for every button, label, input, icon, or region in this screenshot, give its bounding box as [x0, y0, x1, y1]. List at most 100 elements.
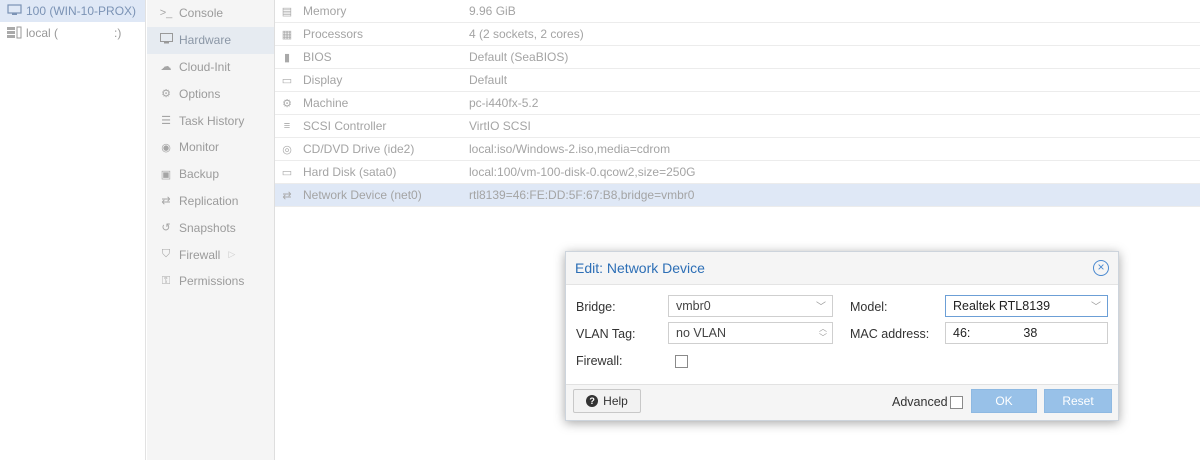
vlan-tag-stepper[interactable]: no VLAN ︿ ﹀ — [668, 322, 833, 344]
hardware-name: Processors — [303, 27, 364, 41]
proxmox-vm-page: 100 (WIN-10-PROX) local ( :) >_ Console H… — [0, 0, 1200, 460]
nav-item-console[interactable]: >_ Console — [147, 0, 274, 27]
hardware-row-cdrom[interactable]: ◎ CD/DVD Drive (ide2) local:iso/Windows-2.… — [275, 138, 1200, 161]
question-circle-icon: ? — [586, 395, 599, 407]
mac-address-label: MAC address: — [850, 327, 930, 341]
cogs-icon: ⚙ — [282, 97, 292, 110]
desktop-icon: ▭ — [281, 74, 293, 87]
hardware-grid: ▤ Memory 9.96 GiB ▦ Processors 4 (2 sockets,… — [275, 0, 1200, 207]
floppy-icon: ▣ — [160, 168, 172, 181]
nav-item-firewall[interactable]: ⛉ Firewall ▷ — [147, 241, 274, 268]
mac-address-field[interactable]: 46: 38 — [945, 322, 1108, 344]
hardware-row-machine[interactable]: ⚙ Machine pc-i440fx-5.2 — [275, 92, 1200, 115]
database-icon: ≡ — [283, 120, 291, 132]
nav-label: Snapshots — [179, 220, 236, 235]
monitor-icon — [157, 33, 175, 47]
chevron-down-icon[interactable]: ﹀ — [816, 298, 826, 313]
list-icon: ☰ — [161, 115, 171, 128]
model-label: Model: — [850, 300, 888, 314]
tree-item-storage[interactable]: local ( :) — [0, 22, 145, 44]
hardware-name: Network Device (net0) — [303, 188, 422, 202]
spinner-icon[interactable]: ︿ ﹀ — [819, 324, 827, 342]
chevron-down-icon[interactable]: ﹀ — [1091, 298, 1101, 313]
nav-label: Console — [179, 6, 224, 21]
bridge-select[interactable]: vmbr0 ﹀ — [668, 295, 833, 317]
ok-label: OK — [995, 394, 1013, 408]
hardware-row-scsi-controller[interactable]: ≡ SCSI Controller VirtIO SCSI — [275, 115, 1200, 138]
resource-tree: 100 (WIN-10-PROX) local ( :) — [0, 0, 146, 460]
nav-label: Cloud-Init — [179, 59, 231, 74]
nav-item-task-history[interactable]: ☰ Task History — [147, 107, 274, 134]
nav-label: Task History — [179, 113, 245, 128]
hardware-name: SCSI Controller — [303, 119, 387, 133]
hardware-name: Machine — [303, 96, 349, 110]
tree-item-label: 100 (WIN-10-PROX) — [26, 4, 137, 18]
tree-item-vm[interactable]: 100 (WIN-10-PROX) — [0, 0, 145, 22]
hardware-value: rtl8139=46:FE:DD:5F:67:B8,bridge=vmbr0 — [469, 188, 695, 202]
cdrom-icon: ◎ — [282, 143, 292, 156]
nav-label: Options — [179, 86, 221, 101]
firewall-label: Firewall: — [576, 354, 623, 368]
hardware-row-memory[interactable]: ▤ Memory 9.96 GiB — [275, 0, 1200, 23]
hardware-row-network-device[interactable]: ⇄ Network Device (net0) rtl8139=46:FE:DD:5… — [275, 184, 1200, 207]
hardware-row-bios[interactable]: ▮ BIOS Default (SeaBIOS) — [275, 46, 1200, 69]
hardware-row-display[interactable]: ▭ Display Default — [275, 69, 1200, 92]
hardware-value: 9.96 GiB — [469, 4, 516, 18]
close-icon[interactable]: × — [1093, 260, 1109, 276]
retweet-icon: ⇄ — [161, 195, 171, 208]
dialog-footer: ? Help Advanced OK Reset — [566, 384, 1118, 420]
monitor-icon — [6, 4, 22, 18]
dialog-header: Edit: Network Device × — [566, 252, 1118, 285]
hardware-value: pc-i440fx-5.2 — [469, 96, 539, 110]
nav-item-hardware[interactable]: Hardware — [147, 26, 274, 54]
advanced-checkbox[interactable] — [950, 396, 963, 409]
nav-item-replication[interactable]: ⇄ Replication — [147, 188, 274, 215]
gear-icon: ⚙ — [161, 88, 171, 101]
hardware-value: VirtIO SCSI — [469, 119, 531, 133]
hdd-icon: ▭ — [281, 166, 293, 179]
terminal-icon: >_ — [159, 7, 173, 20]
nav-item-cloud-init[interactable]: ☁ Cloud-Init — [147, 54, 274, 81]
model-select[interactable]: Realtek RTL8139 ﹀ — [945, 295, 1108, 317]
nav-item-monitor[interactable]: ◉ Monitor — [147, 134, 274, 161]
reset-button[interactable]: Reset — [1044, 389, 1112, 413]
hardware-row-hard-disk[interactable]: ▭ Hard Disk (sata0) local:100/vm-100-disk-… — [275, 161, 1200, 184]
nav-item-backup[interactable]: ▣ Backup — [147, 161, 274, 188]
hardware-name: Hard Disk (sata0) — [303, 165, 397, 179]
cpu-icon: ▦ — [281, 28, 293, 41]
firewall-checkbox[interactable] — [675, 355, 688, 368]
nav-item-snapshots[interactable]: ↺ Snapshots — [147, 214, 274, 241]
ok-button[interactable]: OK — [971, 389, 1037, 413]
hardware-name: Display — [303, 73, 343, 87]
edit-network-device-dialog: Edit: Network Device × Bridge: vmbr0 ﹀ V… — [565, 251, 1119, 421]
help-button[interactable]: ? Help — [573, 389, 641, 413]
advanced-label: Advanced — [892, 395, 948, 409]
nav-label: Backup — [179, 167, 220, 182]
microchip-icon: ▮ — [283, 51, 291, 64]
hardware-value: Default — [469, 73, 508, 87]
hardware-row-processors[interactable]: ▦ Processors 4 (2 sockets, 2 cores) — [275, 23, 1200, 46]
nav-item-permissions[interactable]: ⚿ Permissions — [147, 268, 274, 295]
vlan-tag-value: no VLAN — [676, 326, 727, 340]
dialog-title: Edit: Network Device — [575, 260, 705, 276]
model-value: Realtek RTL8139 — [953, 299, 1051, 313]
vlan-tag-label: VLAN Tag: — [576, 327, 636, 341]
nav-label: Monitor — [179, 140, 220, 155]
tree-item-label: local ( — [26, 26, 59, 40]
eye-icon: ◉ — [161, 141, 171, 154]
storage-icon — [6, 26, 22, 40]
cloud-icon: ☁ — [160, 61, 172, 74]
hardware-name: CD/DVD Drive (ide2) — [303, 142, 415, 156]
mac-address-start: 46: — [953, 326, 971, 340]
exchange-icon: ⇄ — [282, 189, 292, 202]
nav-label: Permissions — [179, 274, 245, 289]
nav-label: Firewall — [179, 247, 221, 262]
dialog-form: Bridge: vmbr0 ﹀ VLAN Tag: no VLAN ︿ ﹀ Fir… — [566, 285, 1118, 385]
hardware-value: local:100/vm-100-disk-0.qcow2,size=250G — [469, 165, 696, 179]
history-icon: ↺ — [161, 222, 171, 235]
reset-label: Reset — [1062, 394, 1094, 408]
nav-item-options[interactable]: ⚙ Options — [147, 80, 274, 107]
bridge-label: Bridge: — [576, 300, 616, 314]
tree-item-suffix: :) — [114, 26, 122, 40]
nav-label: Hardware — [179, 33, 232, 48]
